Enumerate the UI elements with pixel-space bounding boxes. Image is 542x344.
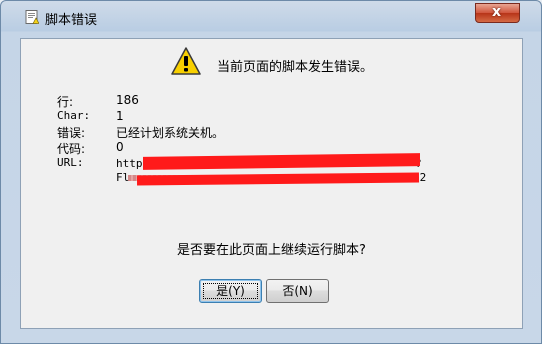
close-icon: x bbox=[492, 4, 502, 20]
line-value: 186 bbox=[116, 93, 139, 107]
script-error-icon bbox=[25, 10, 39, 24]
no-button-label: 否(N) bbox=[282, 284, 313, 298]
error-value: 已经计划系统关机。 bbox=[116, 126, 225, 140]
close-button[interactable]: x bbox=[475, 3, 520, 23]
char-value: 1 bbox=[116, 109, 124, 123]
title-bar[interactable]: 脚本错误 x bbox=[1, 1, 541, 31]
url-label: URL: bbox=[57, 156, 84, 169]
window-title: 脚本错误 bbox=[45, 13, 98, 28]
char-label: Char: bbox=[57, 109, 91, 122]
yes-button[interactable]: 是(Y) bbox=[199, 279, 262, 303]
line-label: 行: bbox=[57, 95, 74, 109]
yes-button-label: 是(Y) bbox=[216, 284, 245, 298]
warning-icon bbox=[171, 47, 201, 75]
error-label: 错误: bbox=[57, 126, 86, 140]
error-heading: 当前页面的脚本发生错误。 bbox=[217, 60, 374, 75]
code-value: 0 bbox=[116, 140, 124, 154]
no-button[interactable]: 否(N) bbox=[266, 279, 329, 303]
code-label: 代码: bbox=[57, 142, 86, 156]
continue-question: 是否要在此页面上继续运行脚本? bbox=[177, 243, 366, 258]
